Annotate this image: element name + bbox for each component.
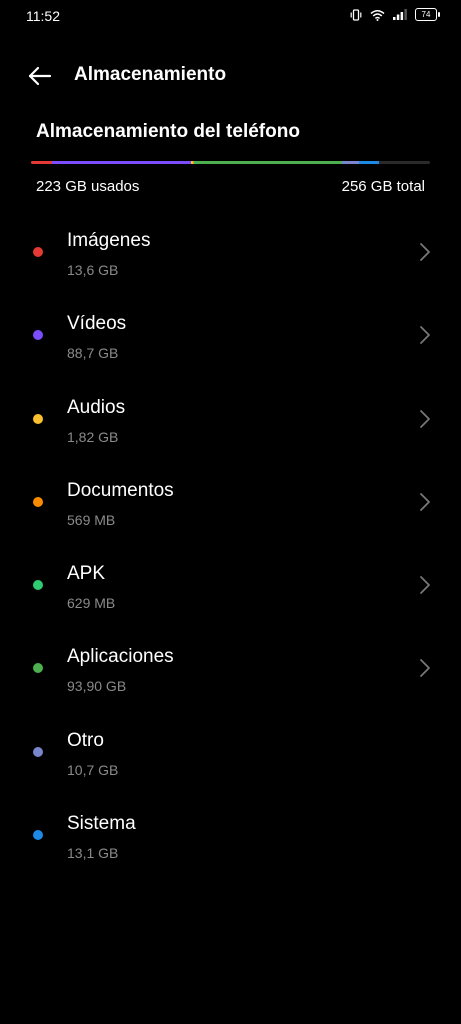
category-item[interactable]: Imágenes 13,6 GB [0, 216, 461, 299]
category-size: 569 MB [67, 511, 116, 528]
category-name: APK [67, 563, 106, 585]
storage-bar-segment [31, 161, 53, 164]
status-icons: 74 [350, 8, 440, 21]
category-color-dot [33, 496, 43, 507]
category-item[interactable]: Vídeos 88,7 GB [0, 299, 461, 382]
app-header: Almacenamiento [0, 56, 461, 96]
category-item[interactable]: Aplicaciones 93,90 GB [0, 632, 461, 715]
category-color-dot [33, 580, 43, 591]
category-item[interactable]: APK 629 MB [0, 549, 461, 632]
battery-icon: 74 [415, 8, 440, 21]
category-color-dot [33, 663, 43, 674]
category-item[interactable]: Audios 1,82 GB [0, 383, 461, 466]
category-size: 88,7 GB [67, 345, 119, 362]
chevron-right-icon [420, 243, 430, 261]
chevron-right-icon [420, 326, 430, 345]
category-item[interactable]: Documentos 569 MB [0, 466, 461, 549]
storage-bar-segment [52, 161, 191, 164]
category-name: Vídeos [67, 313, 127, 335]
category-size: 629 MB [67, 595, 116, 612]
wifi-icon [370, 9, 385, 21]
category-color-dot [33, 830, 43, 841]
vibrate-icon [350, 8, 362, 21]
chevron-right-icon [420, 659, 430, 678]
storage-bar-segment [195, 161, 342, 164]
used-storage-label: 223 GB usados [36, 178, 140, 195]
status-bar: 11:52 74 [0, 0, 461, 32]
chevron-right-icon [420, 576, 430, 595]
storage-usage-bar [31, 161, 430, 164]
category-size: 93,90 GB [67, 678, 127, 695]
category-size: 1,82 GB [67, 428, 119, 445]
page-title: Almacenamiento [74, 64, 227, 85]
category-size: 13,1 GB [67, 845, 119, 862]
category-name: Imágenes [67, 230, 151, 251]
category-name: Aplicaciones [67, 646, 174, 668]
category-name: Documentos [67, 479, 174, 501]
category-item[interactable]: Otro 10,7 GB [0, 716, 461, 799]
storage-bar-segment [358, 161, 379, 164]
signal-icon [393, 9, 407, 20]
status-time: 11:52 [26, 8, 60, 24]
category-size: 10,7 GB [67, 761, 119, 778]
section-title: Almacenamiento del teléfono [36, 121, 300, 142]
storage-bar-segment [341, 161, 359, 164]
category-name: Audios [67, 396, 126, 418]
category-color-dot [33, 746, 43, 757]
category-list: Imágenes 13,6 GB Vídeos 88,7 GB Audios 1,82 G… [0, 216, 461, 882]
category-size: 13,6 GB [67, 262, 119, 278]
category-name: Otro [67, 729, 104, 751]
category-color-dot [33, 247, 43, 257]
category-item[interactable]: Sistema 13,1 GB [0, 799, 461, 882]
chevron-right-icon [420, 492, 430, 511]
chevron-right-icon [420, 409, 430, 428]
back-arrow-icon[interactable] [26, 62, 54, 90]
category-color-dot [33, 330, 43, 341]
category-name: Sistema [67, 813, 136, 835]
category-color-dot [33, 413, 43, 424]
total-storage-label: 256 GB total [341, 178, 425, 195]
